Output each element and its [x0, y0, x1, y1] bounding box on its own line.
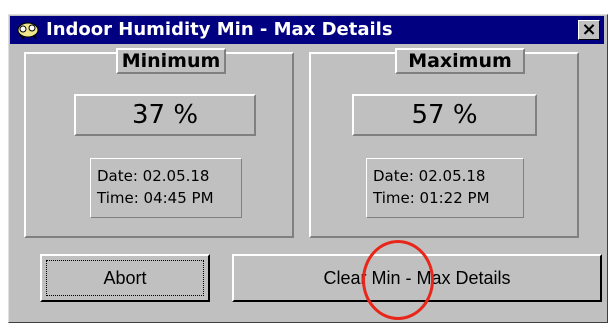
- close-button[interactable]: ×: [578, 20, 600, 40]
- maximum-timestamp-box: Date: 02.05.18 Time: 01:22 PM: [366, 158, 524, 218]
- minimum-time: Time: 04:45 PM: [97, 189, 214, 207]
- minimum-label: Minimum: [116, 48, 226, 74]
- maximum-time: Time: 01:22 PM: [373, 189, 490, 207]
- weather-station-icon: [16, 20, 40, 40]
- maximum-date: Date: 02.05.18: [373, 167, 486, 185]
- close-icon: ×: [581, 19, 597, 40]
- title-bar: Indoor Humidity Min - Max Details ×: [10, 16, 604, 44]
- abort-button[interactable]: Abort: [40, 254, 210, 302]
- minimum-timestamp-box: Date: 02.05.18 Time: 04:45 PM: [90, 158, 242, 218]
- window-title: Indoor Humidity Min - Max Details: [46, 19, 393, 40]
- maximum-label: Maximum: [395, 48, 525, 74]
- clear-min-max-button[interactable]: Clear Min - Max Details: [232, 254, 602, 302]
- minimum-value: 37 %: [74, 94, 256, 136]
- minimum-date: Date: 02.05.18: [97, 167, 210, 185]
- maximum-value: 57 %: [352, 94, 537, 136]
